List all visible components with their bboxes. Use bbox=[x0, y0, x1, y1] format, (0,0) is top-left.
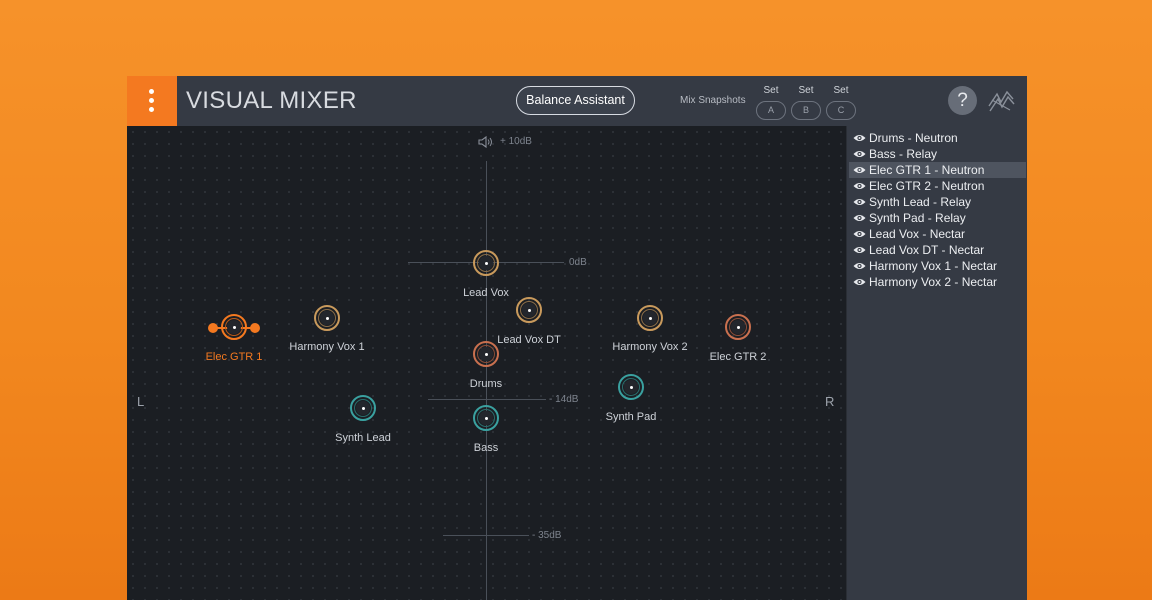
set-a-label[interactable]: Set bbox=[757, 85, 785, 96]
balance-assistant-button[interactable]: Balance Assistant bbox=[516, 86, 635, 115]
snapshot-c-button[interactable]: C bbox=[826, 101, 856, 120]
track-name: Lead Vox DT - Nectar bbox=[869, 243, 985, 257]
track-item-elec-gtr-2[interactable]: Elec GTR 2 - Neutron bbox=[849, 178, 1026, 194]
menu-button[interactable] bbox=[127, 76, 177, 126]
track-item-harmony-vox-2[interactable]: Harmony Vox 2 - Nectar bbox=[849, 274, 1026, 290]
node-drums[interactable] bbox=[473, 341, 499, 367]
eye-icon[interactable] bbox=[853, 181, 866, 191]
track-list: Drums - Neutron Bass - Relay Elec GTR 1 … bbox=[846, 126, 1027, 600]
node-harmony-vox-1[interactable] bbox=[314, 305, 340, 331]
node-synth-pad[interactable] bbox=[618, 374, 644, 400]
eye-icon[interactable] bbox=[853, 277, 866, 287]
width-handle-right[interactable] bbox=[250, 323, 260, 333]
visual-mixer-window: VISUAL MIXER Balance Assistant Mix Snaps… bbox=[127, 76, 1027, 600]
track-item-lead-vox[interactable]: Lead Vox - Nectar bbox=[849, 226, 1026, 242]
track-name: Synth Pad - Relay bbox=[869, 211, 966, 225]
node-lead-vox-dt[interactable] bbox=[516, 297, 542, 323]
eye-icon[interactable] bbox=[853, 149, 866, 159]
track-name: Elec GTR 1 - Neutron bbox=[869, 163, 985, 177]
mix-snapshots-label: Mix Snapshots bbox=[680, 95, 746, 106]
node-harmony-vox-2[interactable] bbox=[637, 305, 663, 331]
snapshot-b-button[interactable]: B bbox=[791, 101, 821, 120]
top-toolbar: VISUAL MIXER Balance Assistant Mix Snaps… bbox=[127, 76, 1027, 126]
eye-icon[interactable] bbox=[853, 261, 866, 271]
level-mark-14db: - 14dB bbox=[549, 394, 579, 405]
node-elec-gtr-2[interactable] bbox=[725, 314, 751, 340]
track-name: Bass - Relay bbox=[869, 147, 938, 161]
node-label-synth-lead: Synth Lead bbox=[335, 432, 391, 444]
eye-icon[interactable] bbox=[853, 229, 866, 239]
eye-icon[interactable] bbox=[853, 245, 866, 255]
node-label-harmony-vox-2: Harmony Vox 2 bbox=[612, 341, 688, 353]
track-name: Harmony Vox 1 - Nectar bbox=[869, 259, 998, 273]
track-item-lead-vox-dt[interactable]: Lead Vox DT - Nectar bbox=[849, 242, 1026, 258]
mixer-stage[interactable]: + 10dB 0dB - 14dB - 35dB L R Lead Vox Le… bbox=[127, 126, 846, 600]
top-level-label: + 10dB bbox=[500, 136, 532, 147]
pan-right-label: R bbox=[825, 394, 835, 409]
eye-icon[interactable] bbox=[853, 213, 866, 223]
eye-icon[interactable] bbox=[853, 133, 866, 143]
track-name: Elec GTR 2 - Neutron bbox=[869, 179, 985, 193]
track-item-elec-gtr-1[interactable]: Elec GTR 1 - Neutron bbox=[849, 162, 1026, 178]
app-title: VISUAL MIXER bbox=[186, 87, 357, 114]
eye-icon[interactable] bbox=[853, 197, 866, 207]
track-item-bass[interactable]: Bass - Relay bbox=[849, 146, 1026, 162]
track-name: Harmony Vox 2 - Nectar bbox=[869, 275, 998, 289]
speaker-icon bbox=[478, 135, 492, 149]
logo-icon bbox=[988, 90, 1015, 112]
node-bass[interactable] bbox=[473, 405, 499, 431]
level-mark-0db: 0dB bbox=[569, 257, 587, 268]
help-button[interactable]: ? bbox=[948, 86, 977, 115]
pan-left-label: L bbox=[137, 394, 145, 409]
snapshot-a-button[interactable]: A bbox=[756, 101, 786, 120]
level-mark-35db: - 35dB bbox=[532, 530, 562, 541]
track-name: Drums - Neutron bbox=[869, 131, 958, 145]
level-line-35db bbox=[443, 535, 529, 536]
track-item-drums[interactable]: Drums - Neutron bbox=[849, 130, 1026, 146]
width-handle-left[interactable] bbox=[208, 323, 218, 333]
node-label-elec-gtr-1: Elec GTR 1 bbox=[205, 351, 263, 363]
node-elec-gtr-1[interactable] bbox=[221, 314, 247, 340]
node-label-drums: Drums bbox=[469, 378, 503, 390]
node-label-bass: Bass bbox=[473, 442, 499, 454]
node-synth-lead[interactable] bbox=[350, 395, 376, 421]
track-name: Synth Lead - Relay bbox=[869, 195, 972, 209]
set-b-label[interactable]: Set bbox=[792, 85, 820, 96]
track-item-synth-lead[interactable]: Synth Lead - Relay bbox=[849, 194, 1026, 210]
node-lead-vox[interactable] bbox=[473, 250, 499, 276]
set-c-label[interactable]: Set bbox=[827, 85, 855, 96]
node-label-synth-pad: Synth Pad bbox=[605, 411, 657, 423]
track-name: Lead Vox - Nectar bbox=[869, 227, 966, 241]
node-label-elec-gtr-2: Elec GTR 2 bbox=[709, 351, 767, 363]
track-item-harmony-vox-1[interactable]: Harmony Vox 1 - Nectar bbox=[849, 258, 1026, 274]
eye-icon[interactable] bbox=[853, 165, 866, 175]
level-line-14db bbox=[428, 399, 546, 400]
node-label-harmony-vox-1: Harmony Vox 1 bbox=[289, 341, 365, 353]
track-item-synth-pad[interactable]: Synth Pad - Relay bbox=[849, 210, 1026, 226]
